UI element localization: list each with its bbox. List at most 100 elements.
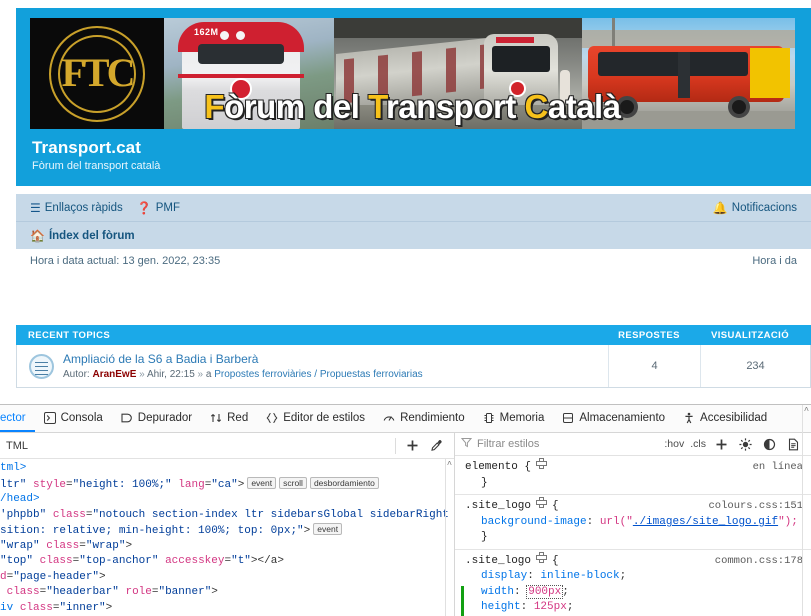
markup-tree[interactable]: tml> ltr" style="height: 100%;" lang="ca… [0, 459, 454, 616]
css-rules-list[interactable]: elemento { en línea } .site_logo { colou… [455, 456, 811, 616]
tab-accessibility[interactable]: Accesibilidad [674, 405, 776, 432]
css-property-name[interactable]: display [481, 570, 527, 582]
network-icon [210, 412, 222, 424]
css-property-value[interactable]: inline-block [540, 570, 619, 582]
breadcrumb-forum-index[interactable]: 🏠 Índex del fòrum [30, 230, 135, 242]
in-label: a [206, 369, 212, 380]
hover-states-button[interactable]: :hov [661, 437, 687, 451]
css-property-value[interactable]: 125px [534, 601, 567, 613]
css-rule-selector[interactable]: .site_logo [465, 554, 531, 570]
headerbar-inner: FTC 162M [16, 18, 811, 172]
overflow-badge[interactable]: desbordamiento [310, 477, 379, 489]
tab-network-label: Red [227, 412, 248, 424]
moon-icon[interactable] [757, 433, 781, 455]
markup-scrollbar[interactable]: ^ [445, 459, 454, 616]
tab-style-editor[interactable]: Editor de estilos [257, 405, 374, 432]
navbar-primary: ☰ Enllaços ràpids ❓ PMF 🔔 Notificacions [16, 194, 811, 222]
css-rule-source[interactable]: common.css:178 [715, 554, 803, 570]
memory-icon [483, 412, 495, 424]
hamburger-icon: ☰ [30, 202, 41, 214]
navbar-breadcrumbs: 🏠 Índex del fòrum [16, 222, 811, 249]
site-title[interactable]: Transport.cat [32, 137, 797, 158]
css-declaration[interactable]: background-image: url("./images/site_log… [455, 515, 811, 531]
sun-icon[interactable] [733, 433, 757, 455]
tab-network[interactable]: Red [201, 405, 257, 432]
tab-style-editor-label: Editor de estilos [283, 412, 365, 424]
style-editor-icon [266, 412, 278, 424]
css-property-value-editor[interactable]: 900px [528, 586, 561, 598]
tab-console-label: Consola [61, 412, 103, 424]
cell-replies: 4 [608, 345, 700, 387]
quick-links-label: Enllaços ràpids [45, 202, 123, 214]
css-property-name[interactable]: height [481, 601, 521, 613]
browser-screen: FTC 162M [0, 0, 811, 616]
recent-topics-block: RECENT TOPICS RESPOSTES VISUALITZACIÓ Am… [16, 325, 811, 388]
rules-pane: Filtrar estilos :hov .cls [455, 433, 811, 616]
event-badge[interactable]: event [313, 523, 342, 535]
css-rule-selector[interactable]: .site_logo [465, 499, 531, 515]
tab-storage[interactable]: Almacenamiento [553, 405, 674, 432]
expand-icon[interactable] [536, 552, 547, 563]
notifications-link[interactable]: 🔔 Notificacions [713, 202, 797, 214]
filter-styles-input[interactable]: Filtrar estilos [461, 437, 661, 451]
css-rule-site-logo-common[interactable]: .site_logo { common.css:178 display: inl… [455, 550, 811, 616]
event-badge[interactable]: event [247, 477, 276, 489]
css-property-url[interactable]: ./images/site_logo.gif [633, 516, 778, 528]
css-property-name[interactable]: width [481, 586, 514, 598]
topic-icon [29, 354, 54, 379]
scroll-badge[interactable]: scroll [279, 477, 307, 489]
table-row[interactable]: Ampliació de la S6 a Badia i Barberà Aut… [16, 345, 811, 388]
css-rule-element[interactable]: elemento { en línea } [455, 456, 811, 495]
tab-debugger[interactable]: Depurador [112, 405, 201, 432]
expand-icon[interactable] [536, 458, 547, 469]
eyedropper-icon[interactable] [424, 435, 448, 457]
page-inner: FTC 162M [0, 8, 811, 388]
rules-scrollbar[interactable]: ^ [802, 456, 811, 616]
topic-title-link[interactable]: Ampliació de la S6 a Badia i Barberà [63, 352, 258, 366]
tab-accessibility-label: Accesibilidad [700, 412, 767, 424]
filter-styles-placeholder: Filtrar estilos [477, 438, 539, 450]
logo-image-commuter-train: 162M [164, 18, 334, 129]
tab-performance[interactable]: Rendimiento [374, 405, 474, 432]
css-rule-source[interactable]: colours.css:151 [708, 499, 803, 515]
home-icon: 🏠 [30, 230, 45, 242]
markup-line: iv class="inner"> [0, 601, 454, 616]
css-declaration[interactable]: height: 125px; [455, 600, 811, 616]
css-rule-selector[interactable]: elemento { [465, 460, 531, 476]
tab-inspector[interactable]: ector [0, 405, 35, 432]
css-property-name[interactable]: background-image [481, 516, 587, 528]
current-time-row: Hora i data actual: 13 gen. 2022, 23:35 … [16, 249, 811, 267]
current-time-left: Hora i data actual: 13 gen. 2022, 23:35 [30, 255, 220, 267]
topic-main-cell: Ampliació de la S6 a Badia i Barberà Aut… [17, 345, 608, 387]
tab-memory[interactable]: Memoria [474, 405, 554, 432]
performance-icon [383, 412, 395, 424]
expand-icon[interactable] [536, 497, 547, 508]
topic-date: Ahir, 22:15 [147, 369, 195, 380]
markup-line: d="page-header"> [0, 570, 454, 586]
classes-button[interactable]: .cls [687, 437, 709, 451]
logo-image-ftc-emblem: FTC [30, 18, 164, 129]
tab-storage-label: Almacenamiento [579, 412, 665, 424]
css-rule-close: } [481, 531, 488, 543]
scroll-up-arrow[interactable]: ^ [445, 459, 454, 471]
css-rule-site-logo-colours[interactable]: .site_logo { colours.css:151 background-… [455, 495, 811, 550]
forum-link[interactable]: Propostes ferroviàries / Propuestas ferr… [214, 369, 422, 380]
site-description-block: Transport.cat Fòrum del transport català [30, 129, 797, 172]
css-rule-source[interactable]: en línea [753, 460, 803, 476]
css-declaration-editing[interactable]: width: 900px; [455, 585, 811, 601]
breadcrumb[interactable]: TML [6, 440, 28, 452]
author-label: Autor: [63, 369, 90, 380]
site-logo[interactable]: FTC 162M [30, 18, 795, 129]
add-rule-plus-icon[interactable] [709, 433, 733, 455]
author-name[interactable]: AranEwE [92, 369, 136, 380]
faq-link[interactable]: ❓ PMF [137, 202, 180, 214]
plus-icon[interactable] [400, 435, 424, 457]
question-circle-icon: ❓ [137, 202, 152, 214]
debugger-icon [121, 412, 133, 424]
quick-links-button[interactable]: ☰ Enllaços ràpids [30, 202, 123, 214]
tab-console[interactable]: Consola [35, 405, 112, 432]
markup-line: "top" class="top-anchor" accesskey="t"><… [0, 554, 454, 570]
column-header-replies: RESPOSTES [603, 330, 695, 341]
css-declaration[interactable]: display: inline-block; [455, 569, 811, 585]
topic-text-block: Ampliació de la S6 a Badia i Barberà Aut… [63, 350, 423, 382]
